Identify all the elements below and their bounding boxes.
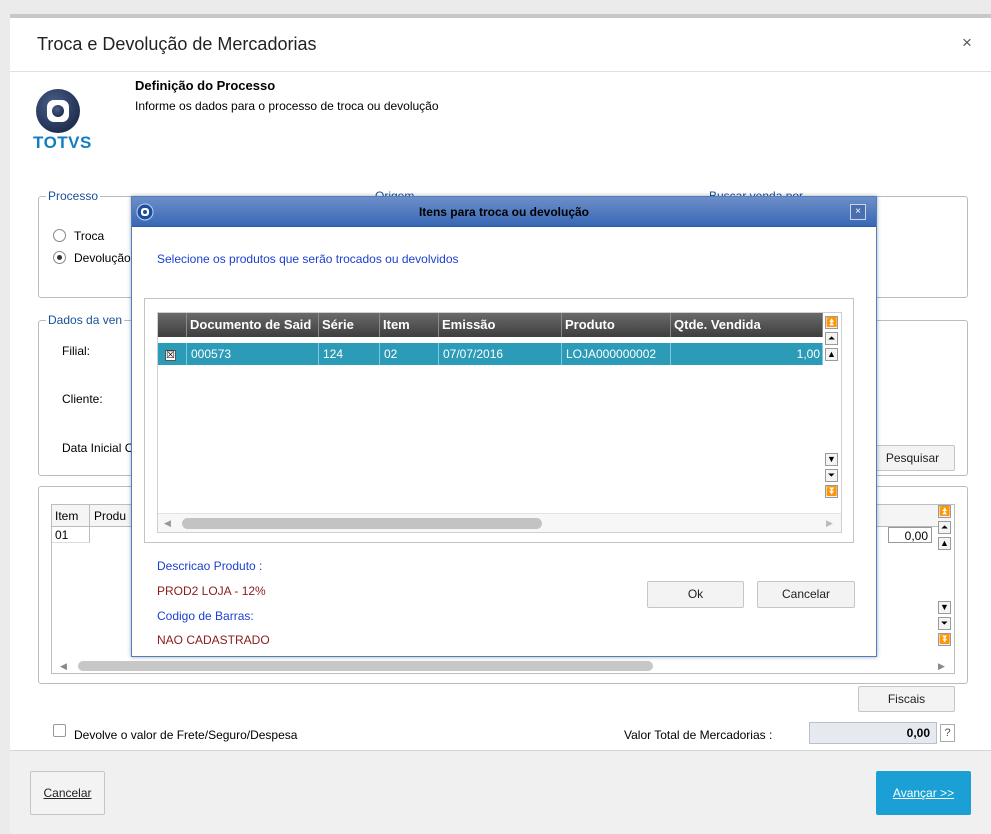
items-scroll-pagedown-icon[interactable]: ⏷ — [938, 617, 951, 630]
dialog-scroll-pagedown-icon[interactable]: ⏷ — [825, 469, 838, 482]
cliente-label: Cliente: — [62, 392, 103, 406]
row-documento[interactable]: 000573 — [187, 343, 319, 365]
dialog-close-icon[interactable]: × — [850, 204, 866, 220]
dialog-col-emissao[interactable]: Emissão — [439, 313, 562, 337]
dialog-col-item[interactable]: Item — [380, 313, 439, 337]
dialog-grid: Documento de Said Série Item Emissão Pro… — [157, 312, 842, 533]
barcode-label: Codigo de Barras: — [157, 609, 254, 623]
next-button[interactable]: Avançar >> — [876, 771, 971, 815]
totvs-logo-icon — [36, 89, 80, 133]
desc-label: Descricao Produto : — [157, 559, 263, 573]
dialog-col-qtde[interactable]: Qtde. Vendida — [671, 313, 823, 337]
processo-label: Processo — [46, 189, 101, 203]
help-icon[interactable]: ? — [940, 724, 955, 742]
items-scroll-thumb[interactable] — [78, 661, 653, 671]
row-item[interactable]: 02 — [380, 343, 439, 365]
items-scroll-top-icon[interactable]: ⏫ — [938, 505, 951, 518]
fiscais-button[interactable]: Fiscais — [858, 686, 955, 712]
items-scroll-left-icon[interactable]: ◀ — [60, 661, 67, 672]
items-col-item[interactable]: Item — [52, 505, 90, 527]
row-serie[interactable]: 124 — [319, 343, 380, 365]
checked-box-icon[interactable]: ☒ — [165, 350, 176, 361]
items-scroll-bottom-icon[interactable]: ⏬ — [938, 633, 951, 646]
dialog-col-produto[interactable]: Produto — [562, 313, 671, 337]
footer-bar: Cancelar Avançar >> — [10, 750, 991, 834]
row-produto[interactable]: LOJA000000002 — [562, 343, 671, 365]
dialog-scroll-left-icon[interactable]: ◀ — [164, 518, 171, 529]
items-hscrollbar[interactable]: ◀ ▶ — [60, 659, 945, 673]
radio-devolucao-label: Devolução — [74, 251, 131, 265]
dialog-scroll-pageup-icon[interactable]: ⏶ — [825, 332, 838, 345]
barcode-value: NAO CADASTRADO — [157, 633, 270, 647]
step-subtitle: Informe os dados para o processo de troc… — [135, 99, 439, 113]
frete-checkbox[interactable] — [53, 724, 66, 737]
dialog-table-row[interactable]: ☒ 000573 124 02 07/07/2016 LOJA000000002… — [158, 343, 823, 365]
dialog-title-bar: Itens para troca ou devolução × — [132, 197, 876, 227]
items-row-item[interactable]: 01 — [52, 527, 90, 543]
title-bar: Troca e Devolução de Mercadorias × — [10, 18, 991, 72]
dialog-title: Itens para troca ou devolução — [418, 205, 590, 219]
dialog-hscrollbar[interactable]: ◀ ▶ — [158, 513, 841, 532]
filial-label: Filial: — [62, 344, 91, 358]
step-title: Definição do Processo — [135, 78, 276, 93]
dialog-scroll-up-icon[interactable]: ▲ — [825, 348, 838, 361]
dialog-scroll-bottom-icon[interactable]: ⏬ — [825, 485, 838, 498]
items-scroll-pageup-icon[interactable]: ⏶ — [938, 521, 951, 534]
dialog-scroll-right-icon[interactable]: ▶ — [826, 518, 833, 529]
frete-checkbox-label: Devolve o valor de Frete/Seguro/Despesa — [74, 728, 298, 742]
dialog-cancel-button[interactable]: Cancelar — [757, 581, 855, 608]
dialog-scroll-down-icon[interactable]: ▼ — [825, 453, 838, 466]
items-scroll-down-icon[interactable]: ▼ — [938, 601, 951, 614]
dialog-scroll-top-icon[interactable]: ⏫ — [825, 316, 838, 329]
row-qtde[interactable]: 1,00 — [671, 343, 823, 365]
items-scroll-up-icon[interactable]: ▲ — [938, 537, 951, 550]
ok-button[interactable]: Ok — [647, 581, 744, 608]
valor-total-label: Valor Total de Mercadorias : — [624, 728, 773, 742]
valor-total-field[interactable]: 0,00 — [809, 722, 937, 744]
radio-troca-label: Troca — [74, 229, 105, 243]
cancel-button[interactable]: Cancelar — [30, 771, 105, 815]
dialog-col-serie[interactable]: Série — [319, 313, 380, 337]
pesquisar-button[interactable]: Pesquisar — [870, 445, 955, 471]
close-icon[interactable]: × — [962, 33, 972, 53]
desc-value: PROD2 LOJA - 12% — [157, 584, 266, 598]
logo-text: TOTVS — [33, 133, 92, 152]
data-inicial-label: Data Inicial C — [62, 441, 134, 455]
dialog-instruction: Selecione os produtos que serão trocados… — [157, 252, 459, 266]
dialog-col-check — [158, 313, 187, 337]
radio-devolucao[interactable] — [53, 251, 66, 264]
items-row-valor[interactable]: 0,00 — [888, 527, 932, 543]
dialog-scroll-thumb[interactable] — [182, 518, 542, 529]
dialog-col-documento[interactable]: Documento de Said — [187, 313, 319, 337]
window-title: Troca e Devolução de Mercadorias — [37, 34, 317, 54]
dados-venda-label: Dados da ven — [46, 313, 125, 327]
row-checkbox[interactable]: ☒ — [158, 343, 187, 365]
items-scroll-right-icon[interactable]: ▶ — [938, 661, 945, 672]
dialog-grid-header: Documento de Said Série Item Emissão Pro… — [158, 313, 823, 337]
items-dialog: Itens para troca ou devolução × Selecion… — [131, 196, 877, 657]
radio-troca[interactable] — [53, 229, 66, 242]
row-emissao[interactable]: 07/07/2016 — [439, 343, 562, 365]
